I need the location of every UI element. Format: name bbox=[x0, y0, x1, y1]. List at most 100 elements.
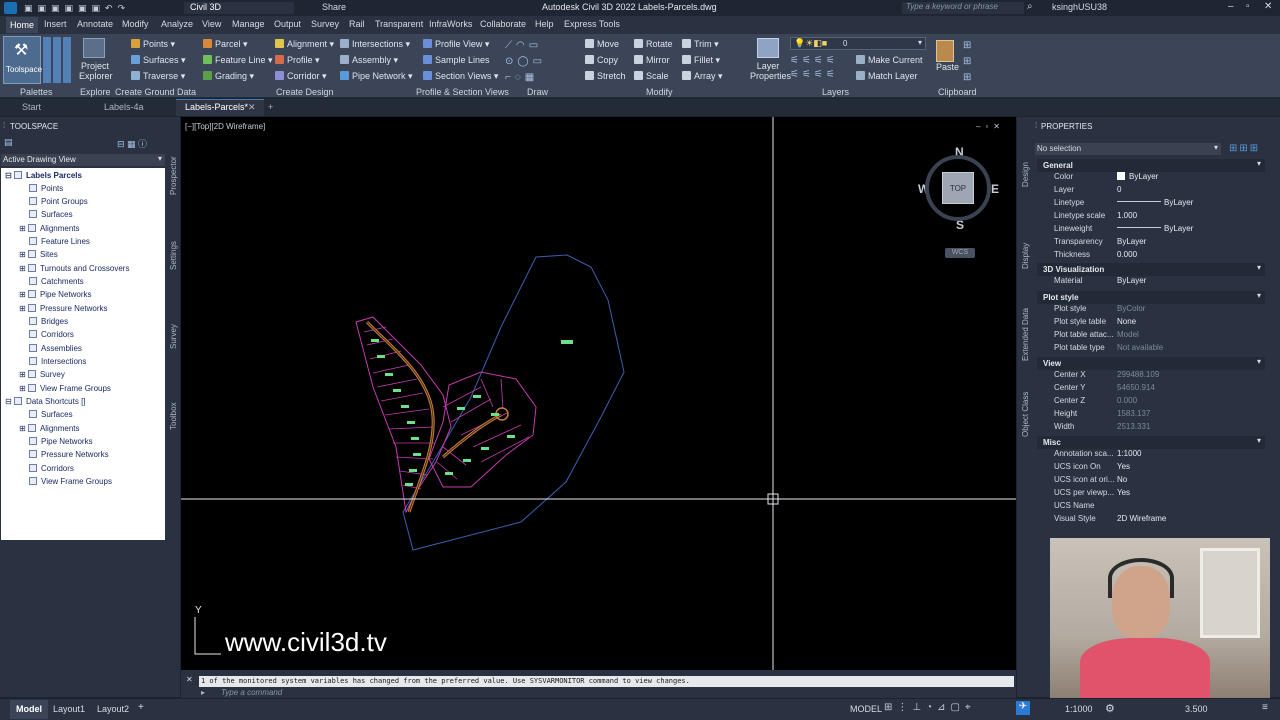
tree-item[interactable]: ⊞ Alignments bbox=[19, 424, 80, 433]
tree-item[interactable]: Feature Lines bbox=[29, 237, 90, 246]
annotation-visibility-icon[interactable]: ✈ bbox=[1016, 701, 1030, 715]
copy-button[interactable]: Copy bbox=[585, 55, 618, 65]
palette-grid-icon[interactable] bbox=[43, 37, 73, 83]
tree-item[interactable]: ⊞ Pressure Networks bbox=[19, 304, 108, 313]
tab-home[interactable]: Home bbox=[6, 17, 39, 33]
array-button[interactable]: Array ▾ bbox=[682, 71, 723, 82]
rotate-button[interactable]: Rotate bbox=[634, 39, 673, 49]
match-layer-button[interactable]: Match Layer bbox=[856, 71, 918, 81]
toolspace-toolbar-icons[interactable]: ▤ ⊟ ▦ ⓘ bbox=[4, 137, 162, 149]
tree-item[interactable]: ⊞ View Frame Groups bbox=[19, 384, 111, 393]
prop-row-width[interactable]: Width 2513.331 bbox=[1053, 422, 1275, 435]
section-view[interactable]: View bbox=[1037, 357, 1265, 370]
viewcube-top[interactable]: TOP bbox=[942, 172, 974, 204]
move-button[interactable]: Move bbox=[585, 39, 619, 49]
panel-label-ground[interactable]: Create Ground Data bbox=[115, 87, 196, 97]
tree-item[interactable]: Bridges bbox=[29, 317, 68, 326]
prop-row-linetype[interactable]: Linetype ByLayer bbox=[1053, 198, 1275, 211]
prop-row-plot-style-table[interactable]: Plot style table None bbox=[1053, 317, 1275, 330]
prop-row-material[interactable]: Material ByLayer bbox=[1053, 276, 1275, 289]
side-tab-object-class[interactable]: Object Class bbox=[1021, 392, 1030, 437]
user-menu[interactable]: ksinghUSU38 bbox=[1052, 2, 1107, 12]
points-button[interactable]: Points ▾ bbox=[131, 39, 175, 50]
panel-label-clipboard[interactable]: Clipboard bbox=[938, 87, 977, 97]
layer-properties-button[interactable]: Layer Properties bbox=[750, 61, 791, 81]
tab-modify[interactable]: Modify bbox=[122, 19, 149, 29]
tree-item[interactable]: ⊞ Turnouts and Crossovers bbox=[19, 264, 129, 273]
tab-output[interactable]: Output bbox=[274, 19, 301, 29]
section-misc[interactable]: Misc bbox=[1037, 436, 1265, 449]
panel-label-draw[interactable]: Draw bbox=[527, 87, 548, 97]
traverse-button[interactable]: Traverse ▾ bbox=[131, 71, 185, 82]
tree-item[interactable]: View Frame Groups bbox=[29, 477, 112, 486]
tree-item[interactable]: Point Groups bbox=[29, 197, 88, 206]
selection-select[interactable]: No selection ▾ bbox=[1035, 143, 1221, 155]
stretch-button[interactable]: Stretch bbox=[585, 71, 626, 81]
tree-item[interactable]: Corridors bbox=[29, 464, 74, 473]
view-select[interactable]: Active Drawing View ▾ bbox=[1, 154, 165, 166]
search-icon[interactable]: ⌕ bbox=[1027, 1, 1033, 12]
assembly-button[interactable]: Assembly ▾ bbox=[340, 55, 398, 66]
tree-root-labels-parcels[interactable]: ⊟ Labels Parcels bbox=[5, 171, 82, 180]
tree-item[interactable]: Corridors bbox=[29, 330, 74, 339]
side-tab-design[interactable]: Design bbox=[1021, 162, 1030, 187]
window-min-icon[interactable]: – bbox=[1228, 1, 1234, 12]
chevron-down-icon[interactable]: ▾ bbox=[1257, 291, 1261, 300]
paste-icon[interactable] bbox=[936, 40, 954, 62]
prop-row-ucs-per-viewport[interactable]: UCS per viewp... Yes bbox=[1053, 488, 1275, 501]
close-icon[interactable]: ✕ bbox=[186, 675, 193, 684]
tab-annotate[interactable]: Annotate bbox=[77, 19, 113, 29]
viewcube[interactable]: N W E S TOP WCS bbox=[911, 142, 1006, 262]
prop-row-center-z[interactable]: Center Z 0.000 bbox=[1053, 396, 1275, 409]
compass-east[interactable]: E bbox=[991, 182, 999, 196]
toolspace-grip-icon[interactable]: ⁞ bbox=[3, 121, 5, 130]
prop-row-ucs-name[interactable]: UCS Name bbox=[1053, 501, 1275, 514]
tree-item[interactable]: Catchments bbox=[29, 277, 84, 286]
prop-row-layer[interactable]: Layer 0 bbox=[1053, 185, 1275, 198]
tree-root-data-shortcuts[interactable]: ⊟ Data Shortcuts [] bbox=[5, 397, 86, 406]
tab-view[interactable]: View bbox=[202, 19, 221, 29]
window-close-icon[interactable]: ✕ bbox=[1264, 1, 1272, 12]
section-plot-style[interactable]: Plot style bbox=[1037, 291, 1265, 304]
chevron-down-icon[interactable]: ▾ bbox=[1257, 263, 1261, 272]
new-tab-icon[interactable]: + bbox=[268, 102, 273, 112]
tree-item[interactable]: Intersections bbox=[29, 357, 86, 366]
draw-tools-icons[interactable]: ⟋◠▭ ⊙◯▭ ⌐◌▦ bbox=[505, 38, 575, 83]
prop-row-transparency[interactable]: Transparency ByLayer bbox=[1053, 237, 1275, 250]
tree-item[interactable]: Pipe Networks bbox=[29, 437, 93, 446]
tree-item[interactable]: Points bbox=[29, 184, 63, 193]
command-input[interactable]: Type a command bbox=[221, 688, 1011, 698]
prop-row-thickness[interactable]: Thickness 0.000 bbox=[1053, 250, 1275, 263]
tree-item[interactable]: Surfaces bbox=[29, 410, 73, 419]
tab-collaborate[interactable]: Collaborate bbox=[480, 19, 526, 29]
side-tab-toolbox[interactable]: Toolbox bbox=[169, 402, 178, 430]
layout-tab-layout1[interactable]: Layout1 bbox=[53, 704, 85, 714]
panel-label-layers[interactable]: Layers bbox=[822, 87, 849, 97]
side-tab-prospector[interactable]: Prospector bbox=[169, 156, 178, 195]
section-3d-visualization[interactable]: 3D Visualization bbox=[1037, 263, 1265, 276]
tab-express-tools[interactable]: Express Tools bbox=[564, 19, 620, 29]
chevron-down-icon[interactable]: ▾ bbox=[1257, 357, 1261, 366]
mirror-button[interactable]: Mirror bbox=[634, 55, 670, 65]
grading-button[interactable]: Grading ▾ bbox=[203, 71, 254, 82]
site-drawing[interactable] bbox=[181, 117, 1016, 670]
paste-button[interactable]: Paste bbox=[936, 62, 959, 72]
quick-access-icons[interactable]: ▣▣▣▣▣▣↶↷ bbox=[24, 3, 164, 13]
layer-side-icons[interactable]: ⊞ ⊞ ⊞ bbox=[963, 38, 971, 86]
chevron-down-icon[interactable]: ▾ bbox=[1257, 159, 1261, 168]
toolspace-button[interactable]: ⚒ Toolspace bbox=[3, 36, 42, 84]
parcel-button[interactable]: Parcel ▾ bbox=[203, 39, 248, 50]
section-views-button[interactable]: Section Views ▾ bbox=[423, 71, 498, 82]
prop-row-ucs-icon-on[interactable]: UCS icon On Yes bbox=[1053, 462, 1275, 475]
chevron-down-icon[interactable]: ▾ bbox=[1257, 436, 1261, 445]
panel-label-modify[interactable]: Modify bbox=[646, 87, 673, 97]
panel-label-explore[interactable]: Explore bbox=[80, 87, 111, 97]
side-tab-extended-data[interactable]: Extended Data bbox=[1021, 308, 1030, 361]
doc-tab-start[interactable]: Start bbox=[22, 102, 41, 112]
tab-help[interactable]: Help bbox=[535, 19, 554, 29]
help-search-input[interactable]: Type a keyword or phrase bbox=[902, 2, 1024, 14]
workspace-gear-icon[interactable]: ⚙ bbox=[1105, 702, 1115, 715]
tree-item[interactable]: Surfaces bbox=[29, 210, 73, 219]
project-explorer-icon[interactable] bbox=[83, 38, 105, 58]
close-tab-icon[interactable]: ✕ bbox=[248, 102, 256, 113]
